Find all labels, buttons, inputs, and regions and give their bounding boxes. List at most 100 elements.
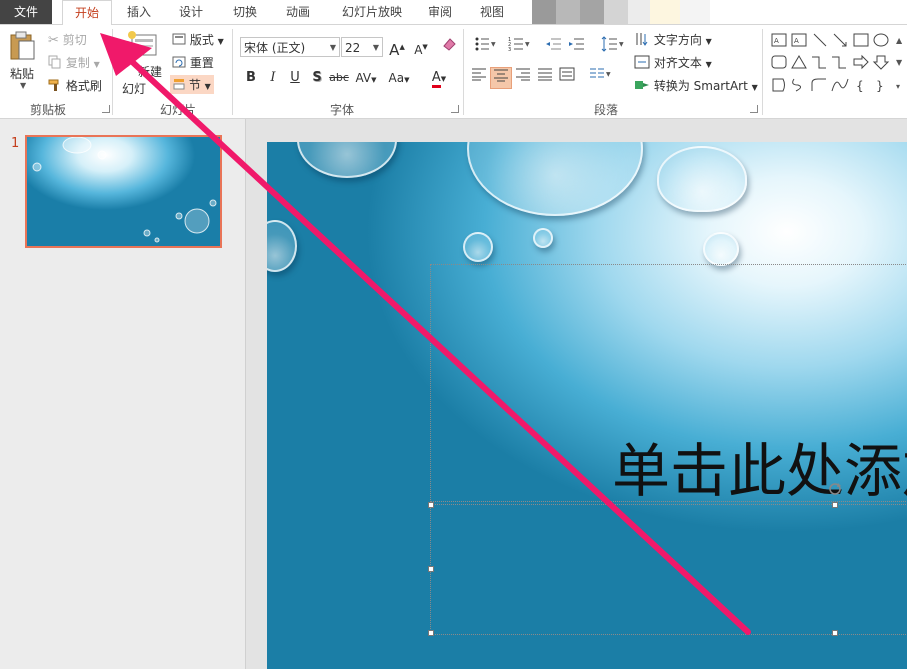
shadow-button[interactable]: S [306,67,328,89]
columns-button[interactable]: ▼ [586,67,616,89]
tab-review[interactable]: 审阅 [420,0,460,24]
text-direction-label: 文字方向 [653,33,702,47]
align-text-button[interactable]: 对齐文本 ▼ [634,54,712,72]
new-slide-label-bottom[interactable]: 幻灯 [122,80,146,97]
new-slide-label-top[interactable]: 新建 [138,63,162,80]
shapes-gallery[interactable]: A A { } ▲ ▼ ▾ [770,31,907,97]
arrow-shape-icon [833,33,847,47]
tab-home[interactable]: 开始 [62,0,112,26]
tab-file[interactable]: 文件 [0,0,52,24]
rounded-rect-shape-icon [771,55,787,69]
shrink-font-button[interactable]: A▼ [410,36,432,58]
bold-button[interactable]: B [240,67,262,89]
svg-text:A: A [774,37,779,45]
underline-button[interactable]: U [284,67,306,89]
svg-text:▼: ▼ [619,41,624,48]
tab-transitions[interactable]: 切换 [222,0,268,24]
smartart-icon [634,78,650,95]
change-case-button[interactable]: Aa▼ [384,67,414,89]
reset-button[interactable]: 重置 [172,54,214,71]
layout-icon [172,33,186,48]
grow-font-icon: A [389,41,400,59]
align-center-button[interactable] [490,67,512,89]
group-divider [232,29,233,115]
text-direction-icon [634,32,650,49]
justify-button[interactable] [534,67,556,89]
tab-animations[interactable]: 动画 [276,0,320,24]
align-text-label: 对齐文本 [653,56,702,70]
bullets-button[interactable]: ▼ [470,36,500,58]
scissors-icon: ✂ [48,33,59,48]
group-divider [762,29,763,115]
layout-button[interactable]: 版式 ▼ [172,31,224,48]
format-painter-label: 格式刷 [65,79,102,93]
clear-format-button[interactable] [438,36,460,58]
elbow-connector-shape-icon [812,56,826,69]
tab-design[interactable]: 设计 [168,0,214,24]
format-painter-button[interactable]: 格式刷 [48,77,102,95]
font-size-value: 22 [345,41,361,55]
chevron-up-icon: ▲ [896,36,903,45]
strikethrough-button[interactable]: abc [328,67,350,89]
convert-smartart-button[interactable]: 转换为 SmartArt ▼ [634,77,758,95]
paragraph-group-label: 段落 [593,103,618,117]
convert-smartart-label: 转换为 SmartArt [653,79,748,93]
increase-indent-icon [569,38,584,50]
new-slide-button[interactable] [126,29,158,62]
distributed-button[interactable] [556,67,578,89]
paragraph-launcher-icon[interactable] [750,105,758,113]
line-spacing-icon: ▼ [601,36,624,52]
triangle-shape-icon [791,55,807,69]
freeform-shape-icon [772,78,785,92]
font-color-button[interactable]: A▼ [424,67,454,89]
copy-button[interactable]: 复制 ▼ [48,54,100,72]
bullets-icon: ▼ [475,37,496,51]
blurred-tab [680,0,710,24]
section-button[interactable]: 节 ▼ [170,75,214,94]
blurred-tab [650,0,680,24]
decrease-indent-button[interactable] [543,36,565,58]
chevron-down-icon: ▼ [329,43,336,52]
paste-label[interactable]: 粘贴 [10,65,34,82]
numbering-icon: 123▼ [508,37,530,53]
down-arrow-shape-icon [872,55,890,70]
increase-indent-button[interactable] [566,36,588,58]
cut-button[interactable]: ✂ 剪切 [48,31,87,48]
svg-text:▼: ▼ [491,41,496,48]
chevron-down-icon[interactable]: ▼ [20,81,26,90]
eraser-icon [443,38,456,51]
line-spacing-button[interactable]: ▼ [598,36,628,58]
blurred-tab [580,0,604,24]
font-name-select[interactable]: 宋体 (正文) ▼ [240,37,340,57]
italic-button[interactable]: I [262,67,284,89]
grow-font-button[interactable]: A▲ [386,36,408,59]
clipboard-launcher-icon[interactable] [102,105,110,113]
rectangle-shape-icon [853,33,869,47]
align-right-button[interactable] [512,67,534,89]
cut-label: 剪切 [62,33,87,47]
blurred-tab [604,0,628,24]
distributed-icon [559,67,575,81]
tab-insert[interactable]: 插入 [116,0,162,24]
align-left-button[interactable] [468,67,490,89]
font-size-select[interactable]: 22 ▼ [341,37,383,57]
font-launcher-icon[interactable] [451,105,459,113]
numbering-button[interactable]: 1 2 3 ▼ [504,36,534,58]
ribbon-home: 粘贴 ▼ ✂ 剪切 复制 ▼ 格式刷 剪贴板 新建 幻灯 版式 ▼ 重置 节 ▼… [0,25,907,119]
slides-group-label: 幻灯片 [159,103,196,117]
tab-view[interactable]: 视图 [472,0,512,24]
blurred-tab [628,0,650,24]
char-spacing-button[interactable]: AV▼ [352,67,380,89]
font-group-label: 字体 [329,103,354,117]
more-icon: ▾ [896,82,900,91]
align-center-icon [494,69,508,82]
new-slide-icon [128,31,157,56]
tab-slideshow[interactable]: 幻灯片放映 [334,0,410,24]
brush-icon [48,78,62,95]
justify-icon [538,68,552,81]
slide-thumbnail[interactable] [25,135,222,248]
paste-button[interactable] [8,31,38,64]
align-text-icon [634,55,650,72]
text-direction-button[interactable]: 文字方向 ▼ [634,31,712,49]
line-shape-icon [813,33,827,47]
